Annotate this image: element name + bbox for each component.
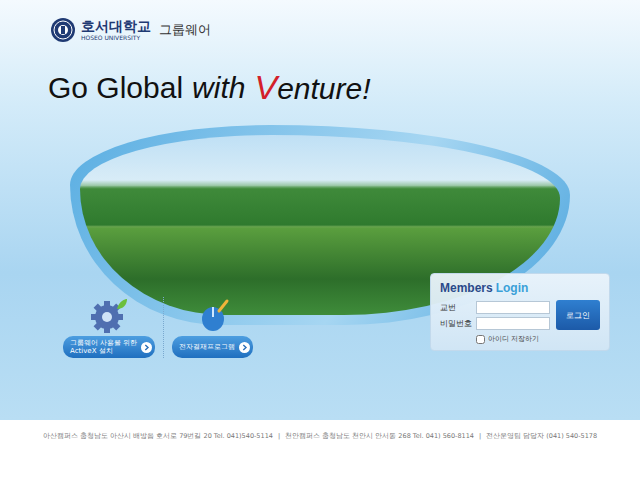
shortcut-button[interactable]: 그룹웨어 사용을 위한ActiveX 설치 (63, 336, 155, 358)
chevron-right-icon (141, 342, 152, 353)
stage: 호서대학교 HOSEO UNIVERSITY 그룹웨어 Go Global with Ve… (0, 0, 640, 420)
slogan-lead: Go Global (48, 71, 183, 105)
slogan-venture: Venture! (254, 68, 370, 107)
footer-item: 천안캠퍼스 충청남도 천안시 안서동 268 Tel. 041) 560-811… (285, 432, 474, 441)
university-emblem-icon (50, 17, 76, 43)
field-input[interactable] (476, 301, 550, 314)
footer-item: 전산운영팀 담당자 (041) 540-5178 (486, 432, 597, 441)
footer-item: 아산캠퍼스 충청남도 아산시 배방읍 호서로 79번길 20 Tel. 041)… (43, 432, 273, 441)
footer-separator: | (278, 432, 280, 440)
shortcut[interactable]: 전자결재프로그램 (163, 297, 261, 358)
remember-label: 아이디 저장하기 (488, 334, 539, 344)
slogan-mark: V (254, 68, 277, 106)
header: 호서대학교 HOSEO UNIVERSITY 그룹웨어 (0, 0, 640, 60)
mouse-icon (193, 297, 233, 333)
shortcut-label: 그룹웨어 사용을 위한ActiveX 설치 (70, 339, 137, 355)
field-label: 비밀번호 (440, 318, 476, 329)
login-field: 교번 (440, 301, 550, 314)
login-box: MembersLogin 교번비밀번호 로그인아이디 저장하기 (430, 273, 610, 351)
slogan: Go Global with Venture! (0, 60, 640, 115)
university-english: HOSEO UNIVERSITY (81, 35, 151, 41)
field-label: 교번 (440, 302, 476, 313)
footer-separator: | (479, 432, 481, 440)
field-input[interactable] (476, 317, 550, 330)
chevron-right-icon (239, 342, 250, 353)
remember-checkbox[interactable] (476, 335, 485, 344)
login-title: MembersLogin (440, 281, 600, 295)
shortcut-label: 전자결재프로그램 (179, 343, 235, 351)
login-button[interactable]: 로그인 (556, 300, 600, 330)
shortcut-button[interactable]: 전자결재프로그램 (172, 336, 253, 358)
slogan-with: with (192, 71, 245, 105)
gear-icon (89, 297, 129, 333)
bottom-row: 그룹웨어 사용을 위한ActiveX 설치 전자결재프로그램 MembersLogi… (0, 273, 640, 358)
shortcuts: 그룹웨어 사용을 위한ActiveX 설치 전자결재프로그램 (0, 273, 261, 358)
system-name: 그룹웨어 (159, 21, 211, 39)
university-korean: 호서대학교 (81, 19, 151, 33)
login-field: 비밀번호 (440, 317, 550, 330)
university-name: 호서대학교 HOSEO UNIVERSITY (81, 19, 151, 41)
shortcut[interactable]: 그룹웨어 사용을 위한ActiveX 설치 (55, 297, 163, 358)
footer: 아산캠퍼스 충청남도 아산시 배방읍 호서로 79번길 20 Tel. 041)… (0, 420, 640, 480)
login-page: 호서대학교 HOSEO UNIVERSITY 그룹웨어 Go Global with Ve… (0, 0, 640, 480)
remember-id[interactable]: 아이디 저장하기 (476, 334, 600, 344)
login-form: 교번비밀번호 로그인 (440, 300, 600, 330)
